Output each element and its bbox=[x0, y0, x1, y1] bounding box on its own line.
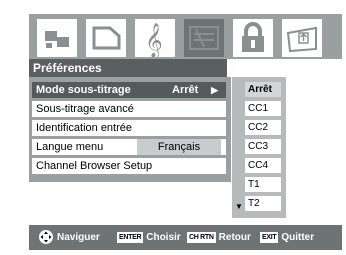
lock-icon[interactable] bbox=[233, 19, 273, 57]
option-off[interactable]: Arrêt bbox=[245, 82, 281, 97]
dpad-icon bbox=[39, 230, 53, 245]
menu-item-input-label[interactable]: Identification entrée bbox=[32, 120, 226, 136]
option-t2[interactable]: T2 bbox=[245, 196, 281, 211]
menu-item-menu-language[interactable]: Langue menu Français bbox=[32, 139, 226, 155]
footer-help-bar: Naviguer ENTER Choisir CH RTN Retour EXIT Q… bbox=[29, 225, 342, 250]
audio-icon[interactable]: 𝄞 bbox=[135, 19, 175, 57]
back-hint: CH RTN Retour bbox=[187, 230, 251, 245]
menu-item-label: Channel Browser Setup bbox=[36, 160, 153, 172]
menu-icon-bar: 𝄞 bbox=[29, 14, 342, 59]
enter-key-icon: ENTER bbox=[117, 231, 144, 243]
navigate-label: Naviguer bbox=[57, 232, 100, 243]
menu-title: Préférences bbox=[29, 59, 227, 77]
back-label: Retour bbox=[218, 232, 251, 243]
menu-item-closed-caption-mode[interactable]: Mode sous-titrage Arrêt ▶ bbox=[32, 82, 226, 98]
menu-item-label: Identification entrée bbox=[36, 122, 133, 134]
svg-text:𝄞: 𝄞 bbox=[145, 23, 163, 57]
quit-hint: EXIT Quitter bbox=[260, 230, 314, 245]
choose-label: Choisir bbox=[146, 232, 181, 243]
menu-item-label: Langue menu bbox=[36, 141, 104, 153]
menu-item-label: Mode sous-titrage bbox=[36, 84, 131, 96]
setup-icon[interactable] bbox=[282, 19, 322, 57]
option-cc3[interactable]: CC3 bbox=[245, 139, 281, 154]
menu-list: Mode sous-titrage Arrêt ▶ Sous-titrage a… bbox=[29, 77, 231, 182]
option-cc4[interactable]: CC4 bbox=[245, 158, 281, 173]
arrow-right-icon: ▶ bbox=[211, 85, 218, 95]
option-t1[interactable]: T1 bbox=[245, 177, 281, 192]
exit-key-icon: EXIT bbox=[260, 231, 279, 243]
picture-icon[interactable] bbox=[37, 19, 77, 57]
menu-item-label: Sous-titrage avancé bbox=[36, 103, 134, 115]
navigate-hint: Naviguer bbox=[39, 230, 100, 245]
scroll-down-icon[interactable]: ▼ bbox=[235, 202, 243, 211]
menu-item-value: Français bbox=[137, 139, 221, 155]
quit-label: Quitter bbox=[281, 232, 315, 243]
ch-rtn-key-icon: CH RTN bbox=[187, 231, 216, 243]
screen-icon[interactable] bbox=[86, 19, 126, 57]
option-cc1[interactable]: CC1 bbox=[245, 101, 281, 116]
preferences-icon[interactable] bbox=[184, 19, 224, 57]
menu-item-channel-browser-setup[interactable]: Channel Browser Setup bbox=[32, 158, 226, 174]
menu-item-advanced-caption[interactable]: Sous-titrage avancé bbox=[32, 101, 226, 117]
choose-hint: ENTER Choisir bbox=[117, 230, 181, 245]
caption-options-list: Arrêt CC1 CC2 CC3 CC4 T1 T2 ▼ bbox=[232, 77, 286, 218]
option-cc2[interactable]: CC2 bbox=[245, 120, 281, 135]
menu-item-value: Arrêt bbox=[172, 84, 199, 96]
tv-menu-screen: 𝄞 Préférences Mode sous-titrage Arrêt ▶ … bbox=[0, 0, 346, 255]
